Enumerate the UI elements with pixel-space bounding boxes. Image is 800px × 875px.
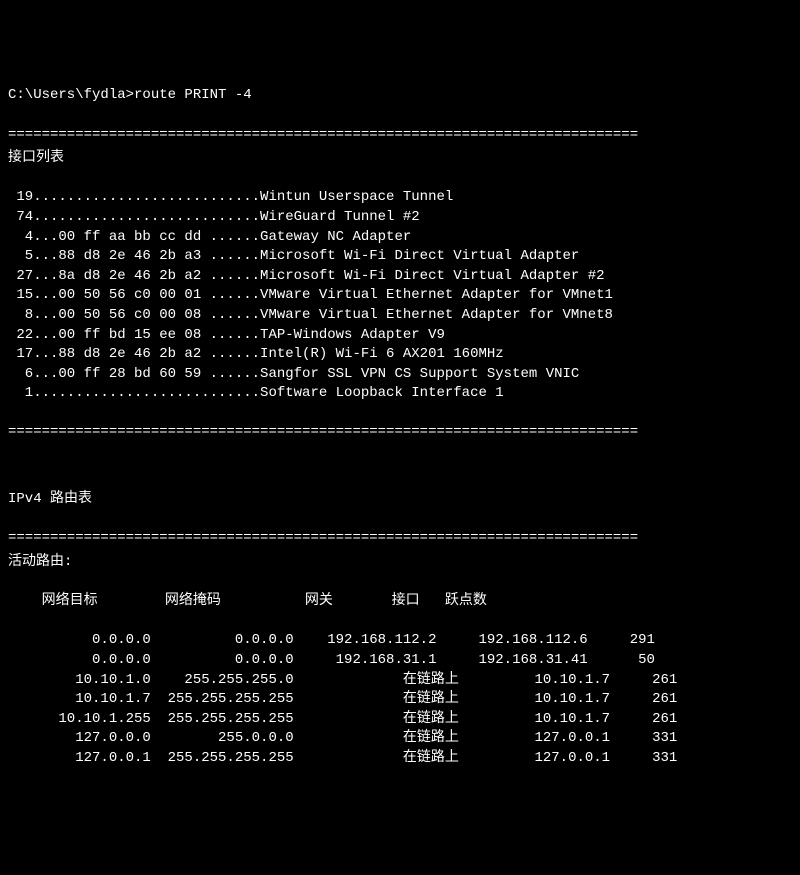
interface-row: 15...00 50 56 c0 00 01 ......VMware Virt… xyxy=(8,286,792,306)
route-row: 0.0.0.0 0.0.0.0 192.168.31.1 192.168.31.… xyxy=(8,651,792,671)
empty-line xyxy=(8,447,792,467)
route-row: 10.10.1.7 255.255.255.255 在链路上 10.10.1.7… xyxy=(8,690,792,710)
command-prompt: C:\Users\fydla>route PRINT -4 xyxy=(8,86,792,106)
interface-row: 22...00 ff bd 15 ee 08 ......TAP-Windows… xyxy=(8,326,792,346)
route-rows: 0.0.0.0 0.0.0.0 192.168.112.2 192.168.11… xyxy=(8,631,792,768)
interface-row: 17...88 d8 2e 46 2b a2 ......Intel(R) Wi… xyxy=(8,345,792,365)
active-routes-title: 活动路由: xyxy=(8,553,792,573)
route-row: 127.0.0.0 255.0.0.0 在链路上 127.0.0.1 331 xyxy=(8,729,792,749)
separator: ========================================… xyxy=(8,424,638,440)
interface-list: 19...........................Wintun User… xyxy=(8,188,792,404)
route-header: 网络目标 网络掩码 网关 接口 跃点数 xyxy=(8,592,792,612)
interface-row: 27...8a d8 2e 46 2b a2 ......Microsoft W… xyxy=(8,267,792,287)
interface-row: 1...........................Software Loo… xyxy=(8,384,792,404)
interface-row: 4...00 ff aa bb cc dd ......Gateway NC A… xyxy=(8,228,792,248)
interface-row: 5...88 d8 2e 46 2b a3 ......Microsoft Wi… xyxy=(8,247,792,267)
interface-row: 74...........................WireGuard T… xyxy=(8,208,792,228)
separator: ========================================… xyxy=(8,530,638,546)
interface-row: 19...........................Wintun User… xyxy=(8,188,792,208)
interface-row: 8...00 50 56 c0 00 08 ......VMware Virtu… xyxy=(8,306,792,326)
route-row: 127.0.0.1 255.255.255.255 在链路上 127.0.0.1… xyxy=(8,749,792,769)
separator: ========================================… xyxy=(8,127,638,143)
interface-list-title: 接口列表 xyxy=(8,149,792,169)
route-row: 0.0.0.0 0.0.0.0 192.168.112.2 192.168.11… xyxy=(8,631,792,651)
ipv4-route-table-title: IPv4 路由表 xyxy=(8,490,792,510)
route-row: 10.10.1.255 255.255.255.255 在链路上 10.10.1… xyxy=(8,710,792,730)
interface-row: 6...00 ff 28 bd 60 59 ......Sangfor SSL … xyxy=(8,365,792,385)
route-row: 10.10.1.0 255.255.255.0 在链路上 10.10.1.7 2… xyxy=(8,671,792,691)
